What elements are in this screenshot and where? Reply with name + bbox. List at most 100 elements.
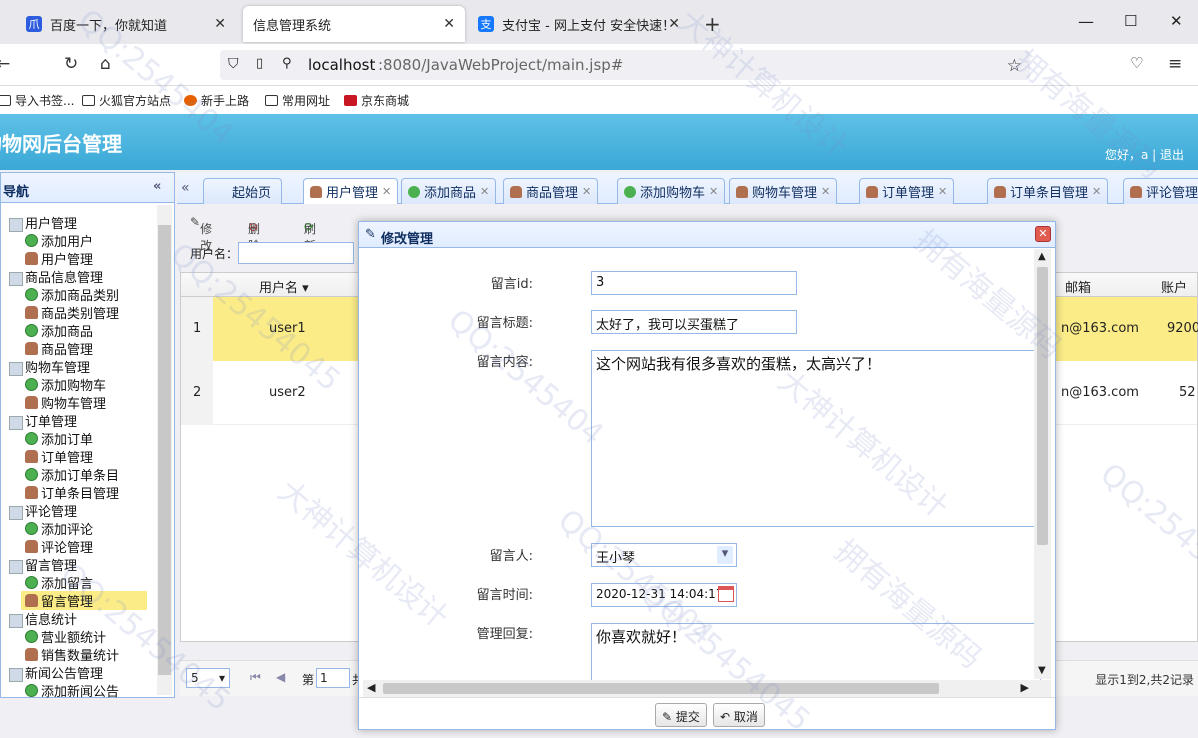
- content-textarea[interactable]: 这个网站我有很多喜欢的蛋糕，太高兴了！: [591, 350, 1041, 527]
- page-size-select[interactable]: 5 ▾: [186, 668, 230, 688]
- home-icon[interactable]: ⌂: [100, 54, 111, 74]
- nav-item[interactable]: 添加用户: [25, 231, 93, 250]
- close-tab-icon[interactable]: ✕: [709, 185, 718, 198]
- bookmark-star-icon[interactable]: ☆: [1007, 56, 1022, 76]
- tab-scroll-left-icon[interactable]: «: [181, 180, 190, 196]
- nav-item[interactable]: 用户管理: [25, 249, 93, 268]
- main-tab[interactable]: 订单管理 ✕: [859, 178, 955, 204]
- maximize-icon[interactable]: ☐: [1124, 12, 1137, 30]
- scroll-up-icon[interactable]: ▲: [1038, 251, 1046, 262]
- nav-item[interactable]: 留言管理: [21, 591, 147, 610]
- nav-group[interactable]: 新闻公告管理: [9, 663, 103, 682]
- person-select[interactable]: 王小琴 ▾: [591, 543, 737, 567]
- nav-item[interactable]: 添加订单条目: [25, 465, 119, 484]
- dialog-horizontal-scrollbar[interactable]: ◀ ▶: [363, 680, 1051, 697]
- bookmark-getting-started[interactable]: 新手上路: [184, 92, 249, 109]
- prev-page-icon[interactable]: ◀: [276, 670, 285, 684]
- bookmark-jd[interactable]: 京东商城: [344, 92, 409, 109]
- nav-item[interactable]: 添加留言: [25, 573, 93, 592]
- nav-item[interactable]: 销售数量统计: [25, 645, 119, 664]
- close-tab-icon[interactable]: ✕: [443, 16, 455, 32]
- main-tab[interactable]: 用户管理 ✕: [303, 178, 399, 204]
- edit-button[interactable]: ✎ 修改: [190, 215, 212, 253]
- close-tab-icon[interactable]: ✕: [480, 185, 489, 198]
- close-tab-icon[interactable]: ✕: [668, 16, 680, 32]
- new-tab-icon[interactable]: +: [704, 12, 721, 36]
- url-field[interactable]: ⛉ ▯ ⚲ localhost :8080/JavaWebProject/mai…: [220, 50, 1030, 80]
- nav-group[interactable]: 购物车管理: [9, 357, 90, 376]
- time-label: 留言时间:: [476, 588, 533, 603]
- title-field[interactable]: 太好了，我可以买蛋糕了: [591, 310, 797, 334]
- reload-icon[interactable]: ↻: [64, 54, 78, 74]
- nav-group[interactable]: 用户管理: [9, 213, 77, 232]
- scroll-down-icon[interactable]: ▼: [1038, 665, 1046, 676]
- main-tab[interactable]: 订单条目管理 ✕: [987, 178, 1109, 204]
- time-field[interactable]: 2020-12-31 14:04:17: [591, 583, 737, 607]
- id-field[interactable]: 3: [591, 271, 797, 295]
- page-label: 第: [302, 673, 315, 687]
- main-tab[interactable]: 评论管理✕: [1123, 178, 1198, 204]
- minimize-icon[interactable]: —: [1078, 12, 1094, 31]
- bookmark-firefox[interactable]: 火狐官方站点: [82, 92, 171, 109]
- nav-item[interactable]: 订单管理: [25, 447, 93, 466]
- navigation-panel: 导航 « 用户管理 添加用户 用户管理 商品信息管理 添加商品类别 商品类别管理 添加商品商…: [0, 172, 175, 700]
- nav-item[interactable]: 商品管理: [25, 339, 93, 358]
- close-tab-icon[interactable]: ✕: [382, 185, 391, 198]
- scroll-right-icon[interactable]: ▶: [1021, 681, 1029, 694]
- close-tab-icon[interactable]: ✕: [214, 16, 226, 32]
- username-search-input[interactable]: [238, 242, 354, 264]
- close-tab-icon[interactable]: ✕: [582, 185, 591, 198]
- logout-link[interactable]: 退出: [1160, 148, 1184, 162]
- menu-icon[interactable]: ≡: [1168, 54, 1182, 74]
- col-username[interactable]: 用户名 ▾: [259, 277, 309, 296]
- page-number-input[interactable]: 1: [316, 668, 350, 688]
- nav-item[interactable]: 评论管理: [25, 537, 93, 556]
- browser-tab-baidu[interactable]: 爪 百度一下，你就知道 ✕: [16, 6, 236, 42]
- nav-group[interactable]: 商品信息管理: [9, 267, 103, 286]
- content-label: 留言内容:: [476, 355, 533, 370]
- nav-item[interactable]: 添加商品类别: [25, 285, 119, 304]
- bookmarks-bar: 导入书签... 火狐官方站点 新手上路 常用网址 京东商城: [0, 86, 1198, 114]
- bookmark-import[interactable]: 导入书签...: [0, 92, 74, 109]
- main-tab[interactable]: 添加购物车 ✕: [617, 178, 726, 204]
- close-window-icon[interactable]: ✕: [1170, 12, 1183, 30]
- nav-item[interactable]: 商品类别管理: [25, 303, 119, 322]
- nav-group[interactable]: 订单管理: [9, 411, 77, 430]
- submit-button[interactable]: ✎ 提交: [655, 703, 707, 727]
- nav-group[interactable]: 评论管理: [9, 501, 77, 520]
- firefox-icon: [184, 95, 197, 106]
- col-email[interactable]: 邮箱: [1065, 277, 1091, 296]
- collapse-icon[interactable]: «: [153, 179, 161, 194]
- nav-item[interactable]: 添加新闻公告: [25, 681, 119, 700]
- main-tab[interactable]: 起始页: [203, 178, 283, 204]
- main-tab[interactable]: 添加商品 ✕: [401, 178, 497, 204]
- close-tab-icon[interactable]: ✕: [821, 185, 830, 198]
- browser-tab-alipay[interactable]: 支 支付宝 - 网上支付 安全快速！ ✕: [468, 6, 690, 42]
- scroll-left-icon[interactable]: ◀: [367, 681, 375, 694]
- folder-icon: [9, 415, 23, 430]
- nav-item[interactable]: 营业额统计: [25, 627, 106, 646]
- calendar-icon[interactable]: [718, 586, 734, 602]
- cancel-button[interactable]: ↶ 取消: [713, 703, 765, 727]
- nav-group[interactable]: 信息统计: [9, 609, 77, 628]
- first-page-icon[interactable]: ⏮: [250, 670, 261, 685]
- pocket-icon[interactable]: ♡: [1130, 54, 1143, 72]
- nav-item[interactable]: 添加评论: [25, 519, 93, 538]
- nav-item[interactable]: 添加订单: [25, 429, 93, 448]
- dialog-vertical-scrollbar[interactable]: ▲ ▼: [1034, 249, 1051, 679]
- nav-item[interactable]: 添加购物车: [25, 375, 106, 394]
- nav-item[interactable]: 订单条目管理: [25, 483, 119, 502]
- browser-tab-active[interactable]: 信息管理系统 ✕: [243, 6, 465, 42]
- main-tab[interactable]: 购物车管理 ✕: [729, 178, 838, 204]
- back-icon[interactable]: ←: [0, 54, 10, 74]
- close-tab-icon[interactable]: ✕: [1092, 185, 1101, 198]
- close-tab-icon[interactable]: ✕: [938, 185, 947, 198]
- user-icon: [25, 486, 38, 499]
- nav-group[interactable]: 留言管理: [9, 555, 77, 574]
- main-tab[interactable]: 商品管理 ✕: [503, 178, 599, 204]
- nav-item[interactable]: 添加商品: [25, 321, 93, 340]
- nav-item[interactable]: 购物车管理: [25, 393, 106, 412]
- bookmark-common[interactable]: 常用网址: [265, 92, 330, 109]
- nav-scrollbar[interactable]: [157, 205, 172, 695]
- close-icon[interactable]: ✕: [1035, 226, 1051, 242]
